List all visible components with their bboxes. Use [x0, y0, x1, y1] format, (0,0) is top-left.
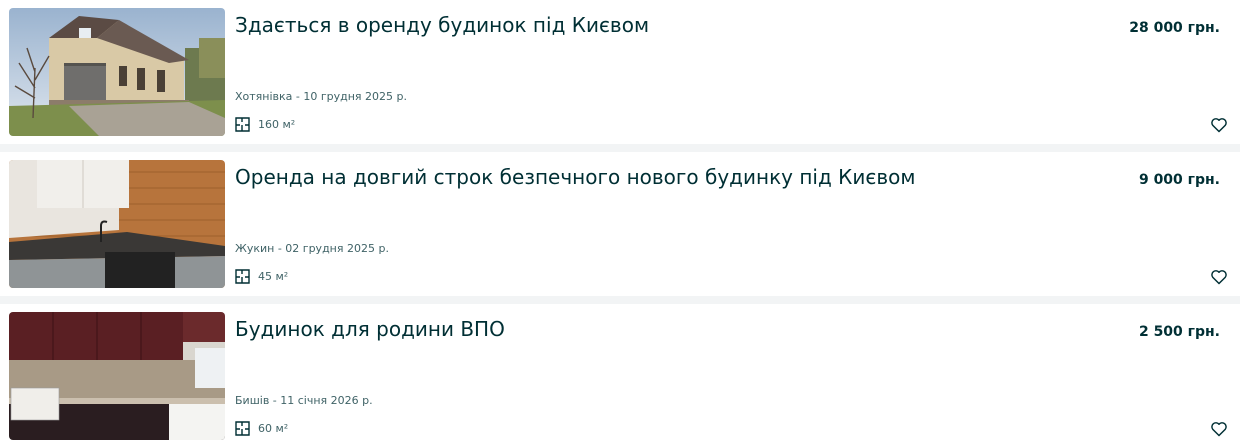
heart-outline-icon: [1211, 422, 1227, 437]
floor-plan-icon: [235, 268, 250, 284]
listing-location-date: Хотянівка - 10 грудня 2025 р.: [235, 90, 408, 103]
listing-price: 2 500 грн.: [1138, 324, 1220, 340]
listing-area: 60 м²: [235, 419, 288, 437]
heart-outline-icon: [1211, 118, 1227, 133]
listing-location-date: Жукин - 02 грудня 2025 р.: [235, 242, 389, 255]
favorite-button[interactable]: [1209, 267, 1229, 287]
listing-photo[interactable]: [9, 8, 225, 136]
listing-title[interactable]: Будинок для родини ВПО: [235, 316, 1075, 342]
listing-location-date: Бишів - 11 січня 2026 р.: [235, 394, 373, 407]
heart-outline-icon: [1211, 270, 1227, 285]
area-value: 45 м²: [258, 269, 289, 283]
kitchen-photo: [9, 312, 225, 440]
listing-area: 45 м²: [235, 267, 288, 285]
favorite-button[interactable]: [1209, 419, 1229, 439]
area-value: 60 м²: [258, 421, 289, 435]
listing-price: 28 000 грн.: [1129, 20, 1220, 36]
favorite-button[interactable]: [1209, 115, 1229, 135]
listing-title[interactable]: Здається в оренду будинок під Києвом: [235, 12, 1075, 38]
area-value: 160 м²: [258, 117, 296, 131]
listing-photo[interactable]: [9, 312, 225, 440]
listing-card[interactable]: Здається в оренду будинок під Києвом 28 …: [0, 0, 1240, 144]
listing-price: 9 000 грн.: [1138, 172, 1220, 188]
house-photo: [9, 8, 225, 136]
kitchen-photo: [9, 160, 225, 288]
listing-list: Здається в оренду будинок під Києвом 28 …: [0, 0, 1240, 448]
listing-photo[interactable]: [9, 160, 225, 288]
floor-plan-icon: [235, 116, 250, 132]
listing-area: 160 м²: [235, 115, 295, 133]
listing-card[interactable]: Будинок для родини ВПО 2 500 грн. Бишів …: [0, 304, 1240, 448]
floor-plan-icon: [235, 420, 250, 436]
listing-title[interactable]: Оренда на довгий строк безпечного нового…: [235, 164, 1075, 190]
listing-card[interactable]: Оренда на довгий строк безпечного нового…: [0, 152, 1240, 296]
